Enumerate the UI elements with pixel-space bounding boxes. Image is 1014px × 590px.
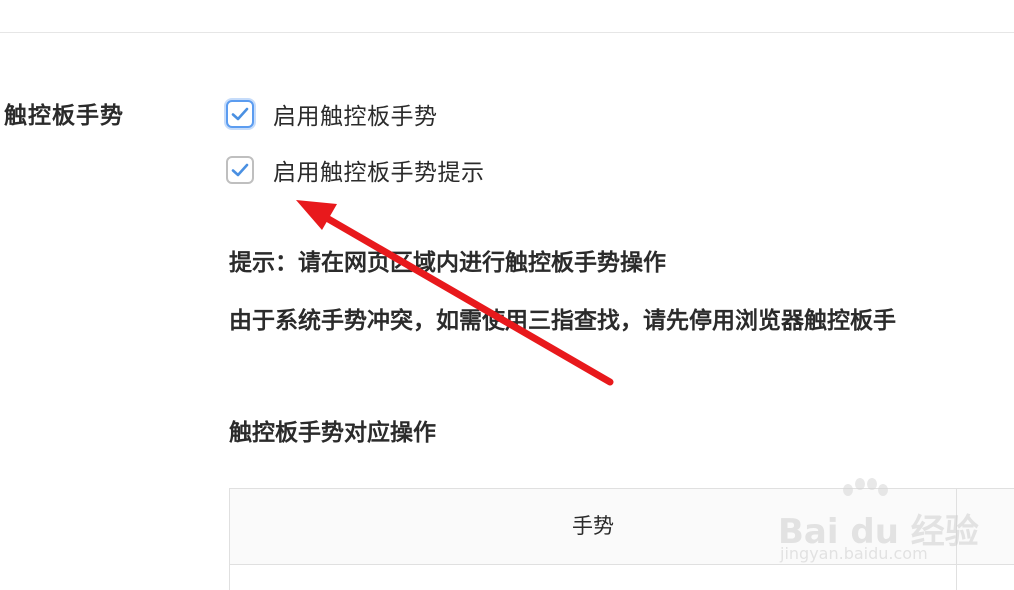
hint-title: 提示：请在网页区域内进行触控板手势操作 (229, 250, 666, 276)
checkmark-icon (231, 163, 249, 177)
enable-gesture-hints-checkbox[interactable] (226, 156, 254, 184)
table-header-row: 手势 (230, 489, 1014, 565)
enable-trackpad-gestures-checkbox[interactable] (226, 100, 254, 128)
section-label: 触控板手势 (4, 103, 124, 129)
enable-trackpad-gestures-label: 启用触控板手势 (273, 104, 438, 130)
enable-trackpad-gestures-option[interactable]: 启用触控板手势 (226, 97, 438, 131)
table-header-gesture: 手势 (572, 514, 614, 538)
top-divider (0, 32, 1014, 33)
hint-body: 由于系统手势冲突，如需使用三指查找，请先停用浏览器触控板手 (229, 308, 896, 334)
gesture-table-heading: 触控板手势对应操作 (229, 420, 436, 446)
settings-page: 触控板手势 启用触控板手势 启用触控板手势提示 提示：请在网页区域内进行触控板手… (0, 0, 1014, 590)
gesture-table: 手势 (229, 488, 1014, 590)
enable-gesture-hints-option[interactable]: 启用触控板手势提示 (226, 153, 485, 187)
enable-gesture-hints-label: 启用触控板手势提示 (273, 160, 485, 186)
checkmark-icon (231, 107, 249, 121)
column-divider (956, 489, 957, 590)
